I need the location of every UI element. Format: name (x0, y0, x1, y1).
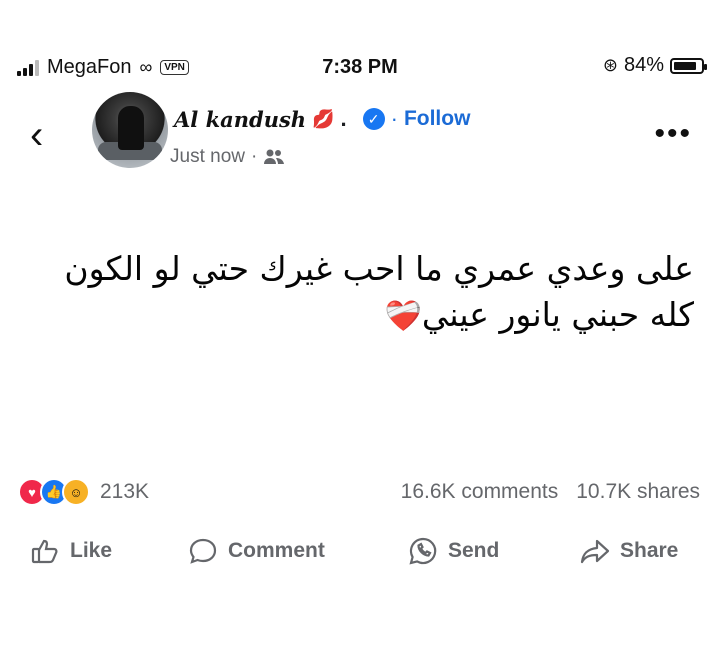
send-button[interactable]: Send (408, 536, 499, 566)
back-arrow-icon[interactable]: ‹ (30, 115, 43, 155)
comment-label: Comment (228, 539, 325, 562)
thumbs-up-icon (31, 539, 58, 564)
share-button[interactable]: Share (580, 536, 678, 566)
post-header: ‹ Al kandush 💋 . ✓ · Follow Just now · •… (0, 90, 720, 180)
post-meta: Just now · (170, 146, 285, 168)
battery-percent: 84% (623, 54, 664, 76)
friends-icon (264, 149, 285, 164)
battery-icon (670, 57, 707, 74)
shares-count[interactable]: 10.7K shares (576, 480, 700, 504)
verified-badge-icon: ✓ (362, 108, 385, 130)
meta-separator: · (250, 146, 258, 167)
orientation-lock-icon: ⊛ (602, 55, 618, 75)
whatsapp-icon (409, 537, 437, 565)
follow-button[interactable]: Follow (404, 107, 471, 131)
reactions-count: 213K (100, 480, 150, 503)
post-body: على وعدي عمري ما احب غيرك حتي لو الكون ك… (14, 246, 694, 340)
author-name[interactable]: Al kandush (174, 107, 306, 132)
status-bar: MegaFon ∞ VPN 7:38 PM ⊛ 84% (0, 48, 720, 88)
share-arrow-icon (580, 539, 610, 564)
post-timestamp[interactable]: Just now (170, 146, 245, 168)
send-label: Send (448, 539, 500, 562)
like-label: Like (70, 539, 113, 562)
comment-button[interactable]: Comment (188, 536, 325, 566)
post-text: على وعدي عمري ما احب غيرك حتي لو الكون ك… (64, 249, 694, 334)
comments-count[interactable]: 16.6K comments (401, 480, 559, 504)
engagement-stats: 16.6K comments 10.7K shares (401, 480, 700, 504)
more-options-icon[interactable]: ••• (654, 119, 692, 149)
like-button[interactable]: Like (30, 536, 112, 566)
battery-info: ⊛ 84% (602, 54, 707, 77)
avatar[interactable] (92, 92, 168, 168)
care-reaction-icon: ☺ (62, 478, 90, 506)
follow-separator: · (390, 106, 398, 131)
kiss-emoji-icon: 💋 (312, 108, 335, 129)
action-bar: Like Comment Send Share (0, 536, 720, 576)
share-label: Share (620, 539, 679, 562)
comment-icon (189, 538, 217, 564)
author-suffix: . (340, 106, 347, 131)
mending-heart-emoji: ❤️‍🩹 (384, 299, 422, 334)
author-row: Al kandush 💋 . ✓ · Follow (174, 106, 470, 132)
reactions-summary[interactable]: ♥ 👍 ☺ 213K (18, 478, 149, 506)
